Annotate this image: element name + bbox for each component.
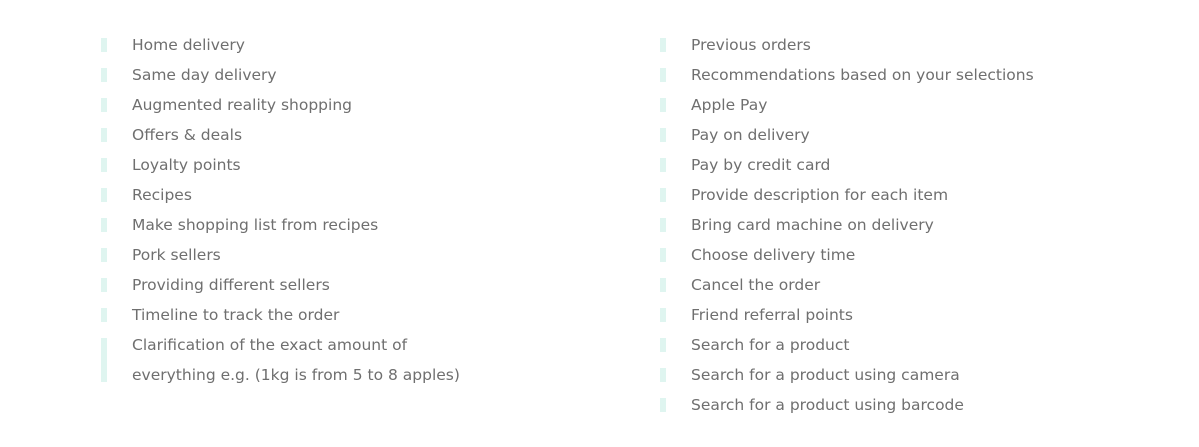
list-item-label: Recipes [132, 186, 192, 204]
bullet-marker [101, 278, 107, 292]
bullet-marker [660, 308, 666, 322]
bullet-marker [660, 218, 666, 232]
list-item-label: Search for a product using camera [691, 366, 960, 384]
list-item: Clarification of the exact amount of eve… [101, 330, 462, 390]
bullet-marker [101, 308, 107, 322]
list-item: Previous orders [660, 30, 1180, 60]
bullet-marker [660, 98, 666, 112]
list-item: Recommendations based on your selections [660, 60, 1180, 90]
list-item: Provide description for each item [660, 180, 1180, 210]
list-item-label: Recommendations based on your selections [691, 66, 1034, 84]
list-item-label: Previous orders [691, 36, 811, 54]
list-item-label: Same day delivery [132, 66, 277, 84]
list-item-label: Augmented reality shopping [132, 96, 352, 114]
list-item: Choose delivery time [660, 240, 1180, 270]
bullet-marker [101, 158, 107, 172]
list-item-label: Choose delivery time [691, 246, 856, 264]
bullet-marker [101, 38, 107, 52]
list-item: Loyalty points [101, 150, 561, 180]
list-item-label: Home delivery [132, 36, 245, 54]
list-item: Pay by credit card [660, 150, 1180, 180]
list-item: Providing different sellers [101, 270, 561, 300]
bullet-marker [101, 218, 107, 232]
list-item: Make shopping list from recipes [101, 210, 561, 240]
bullet-marker [660, 38, 666, 52]
list-item-label: Make shopping list from recipes [132, 216, 379, 234]
bullet-marker [660, 128, 666, 142]
list-item-label: Clarification of the exact amount of eve… [132, 336, 460, 384]
list-item-label: Pay by credit card [691, 156, 831, 174]
list-item-label: Offers & deals [132, 126, 243, 144]
bullet-marker [101, 98, 107, 112]
bullet-marker [101, 188, 107, 202]
list-item-label: Friend referral points [691, 306, 853, 324]
list-item: Offers & deals [101, 120, 561, 150]
list-item: Search for a product [660, 330, 1180, 360]
bullet-marker [660, 188, 666, 202]
bullet-marker [101, 338, 107, 382]
bullet-marker [660, 278, 666, 292]
list-item: Pay on delivery [660, 120, 1180, 150]
list-item-label: Bring card machine on delivery [691, 216, 934, 234]
list-item-label: Loyalty points [132, 156, 241, 174]
list-item-label: Search for a product using barcode [691, 396, 964, 414]
list-item: Same day delivery [101, 60, 561, 90]
list-item-label: Cancel the order [691, 276, 821, 294]
list-item: Cancel the order [660, 270, 1180, 300]
bullet-marker [101, 68, 107, 82]
list-item: Home delivery [101, 30, 561, 60]
list-item-label: Timeline to track the order [132, 306, 340, 324]
bullet-marker [660, 338, 666, 352]
bullet-marker [660, 368, 666, 382]
list-item-label: Pay on delivery [691, 126, 810, 144]
bullet-marker [660, 398, 666, 412]
list-item-label: Pork sellers [132, 246, 221, 264]
list-item: Friend referral points [660, 300, 1180, 330]
bullet-marker [101, 248, 107, 262]
list-item: Search for a product using camera [660, 360, 1180, 390]
list-item-label: Provide description for each item [691, 186, 949, 204]
list-item: Bring card machine on delivery [660, 210, 1180, 240]
list-item-label: Search for a product [691, 336, 850, 354]
list-item: Apple Pay [660, 90, 1180, 120]
bullet-marker [660, 158, 666, 172]
list-item: Pork sellers [101, 240, 561, 270]
feature-list-right: Previous orders Recommendations based on… [660, 30, 1180, 420]
list-item-label: Apple Pay [691, 96, 768, 114]
list-item-label: Providing different sellers [132, 276, 330, 294]
bullet-marker [660, 68, 666, 82]
bullet-marker [101, 128, 107, 142]
list-item: Augmented reality shopping [101, 90, 561, 120]
bullet-marker [660, 248, 666, 262]
list-item: Timeline to track the order [101, 300, 561, 330]
list-item: Search for a product using barcode [660, 390, 1180, 420]
feature-list-left: Home delivery Same day delivery Augmente… [101, 30, 561, 390]
list-item: Recipes [101, 180, 561, 210]
